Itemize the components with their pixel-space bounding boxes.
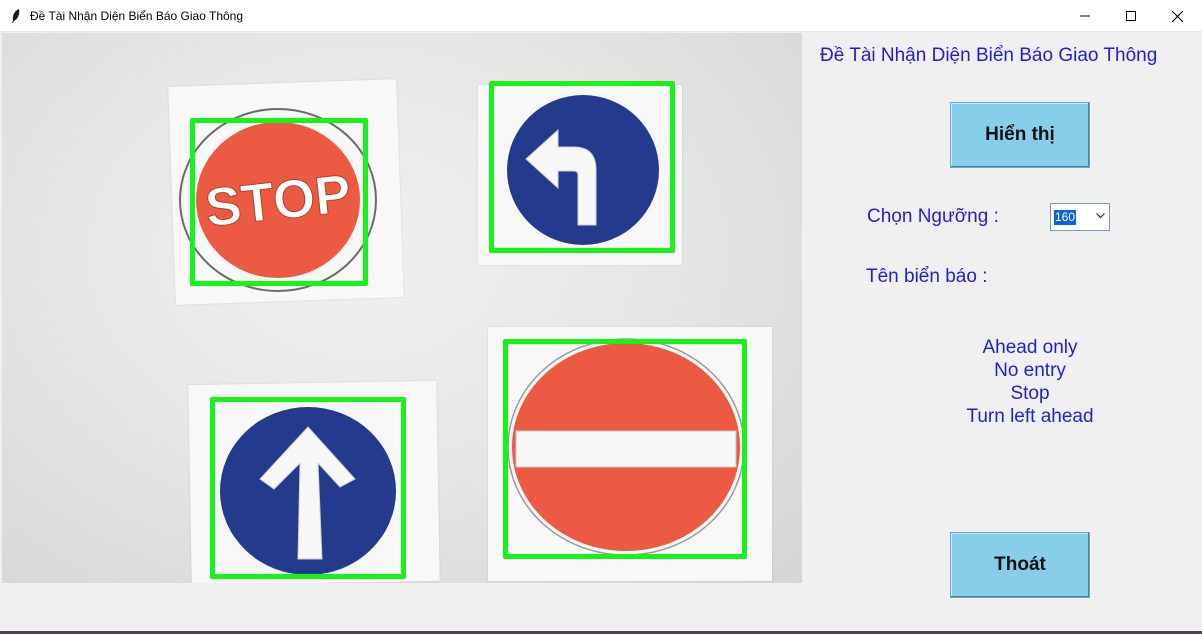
results-list: Ahead only No entry Stop Turn left ahead [930,336,1130,428]
detection-box-turn-left [489,81,675,253]
detection-box-no-entry [503,339,747,559]
chevron-down-icon [1096,213,1105,219]
threshold-value: 160 [1054,210,1077,225]
result-item: Ahead only [982,337,1078,358]
result-item: No entry [994,360,1066,381]
maximize-icon [1126,11,1136,21]
title-bar: Đề Tài Nhận Diện Biển Báo Giao Thông [0,0,1202,32]
detection-box-ahead-only [210,397,406,579]
feather-icon [12,9,20,23]
result-item: Turn left ahead [966,406,1094,427]
close-icon [1171,10,1183,22]
sign-name-label: Tên biển báo : [866,266,988,287]
exit-button[interactable]: Thoát [950,532,1090,598]
window-title: Đề Tài Nhận Diện Biển Báo Giao Thông [30,9,244,23]
camera-view: STOP [2,33,802,583]
result-item: Stop [1010,383,1050,404]
show-button[interactable]: Hiển thị [950,102,1090,168]
panel-heading: Đề Tài Nhận Diện Biển Báo Giao Thông [820,45,1158,66]
maximize-button[interactable] [1108,0,1154,32]
detection-box-stop [190,118,368,286]
threshold-label: Chọn Ngưỡng : [867,206,999,227]
minimize-button[interactable] [1062,0,1108,32]
close-button[interactable] [1154,0,1200,32]
threshold-select[interactable]: 160 [1050,203,1110,231]
minimize-icon [1080,15,1090,17]
